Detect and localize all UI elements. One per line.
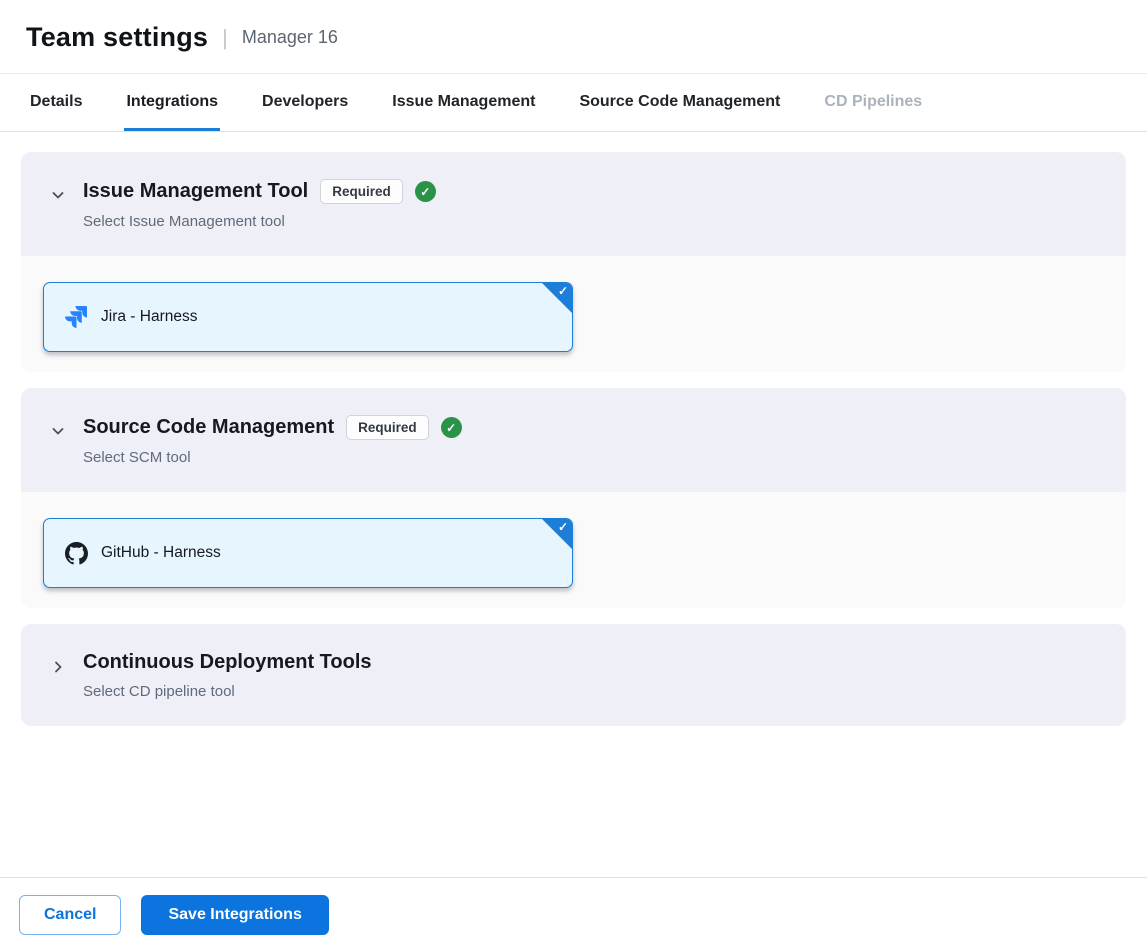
section-subtitle: Select SCM tool bbox=[83, 449, 462, 466]
tab-developers[interactable]: Developers bbox=[260, 74, 350, 131]
tab-source-code-management[interactable]: Source Code Management bbox=[577, 74, 782, 131]
section-subtitle: Select CD pipeline tool bbox=[83, 683, 372, 700]
section-source-code-management: Source Code Management Required ✓ Select… bbox=[21, 388, 1126, 608]
tab-bar: Details Integrations Developers Issue Ma… bbox=[0, 73, 1147, 132]
section-continuous-deployment-tools: Continuous Deployment Tools Select CD pi… bbox=[21, 624, 1126, 726]
required-badge: Required bbox=[346, 415, 429, 440]
jira-icon bbox=[64, 305, 88, 329]
collapse-section-button[interactable] bbox=[47, 184, 69, 206]
footer-action-bar: Cancel Save Integrations bbox=[0, 877, 1147, 952]
selected-check-icon: ✓ bbox=[558, 520, 568, 534]
check-circle-icon: ✓ bbox=[415, 181, 436, 202]
required-badge: Required bbox=[320, 179, 403, 204]
integrations-content: Issue Management Tool Required ✓ Select … bbox=[0, 132, 1147, 877]
option-label: Jira - Harness bbox=[101, 308, 197, 326]
section-title: Continuous Deployment Tools bbox=[83, 651, 372, 674]
section-title: Issue Management Tool bbox=[83, 180, 308, 203]
chevron-right-icon bbox=[50, 659, 66, 675]
section-header: Continuous Deployment Tools Select CD pi… bbox=[21, 624, 1126, 726]
tab-details[interactable]: Details bbox=[28, 74, 84, 131]
chevron-down-icon bbox=[50, 423, 66, 439]
page-title: Team settings bbox=[26, 22, 208, 53]
option-label: GitHub - Harness bbox=[101, 544, 221, 562]
collapse-section-button[interactable] bbox=[47, 420, 69, 442]
option-jira-harness[interactable]: Jira - Harness ✓ bbox=[43, 282, 573, 352]
page-header: Team settings | Manager 16 bbox=[0, 0, 1147, 73]
option-github-harness[interactable]: GitHub - Harness ✓ bbox=[43, 518, 573, 588]
section-header: Issue Management Tool Required ✓ Select … bbox=[21, 152, 1126, 256]
title-separator: | bbox=[222, 25, 228, 51]
section-subtitle: Select Issue Management tool bbox=[83, 213, 436, 230]
section-title: Source Code Management bbox=[83, 416, 334, 439]
cancel-button[interactable]: Cancel bbox=[19, 895, 121, 935]
tab-integrations[interactable]: Integrations bbox=[124, 74, 220, 131]
save-integrations-button[interactable]: Save Integrations bbox=[141, 895, 328, 935]
section-issue-management-tool: Issue Management Tool Required ✓ Select … bbox=[21, 152, 1126, 372]
section-header: Source Code Management Required ✓ Select… bbox=[21, 388, 1126, 492]
tab-issue-management[interactable]: Issue Management bbox=[390, 74, 537, 131]
expand-section-button[interactable] bbox=[47, 656, 69, 678]
selected-check-icon: ✓ bbox=[558, 284, 568, 298]
section-body: GitHub - Harness ✓ bbox=[21, 492, 1126, 608]
check-circle-icon: ✓ bbox=[441, 417, 462, 438]
page-subtitle: Manager 16 bbox=[242, 27, 338, 48]
github-icon bbox=[64, 541, 88, 565]
section-body: Jira - Harness ✓ bbox=[21, 256, 1126, 372]
tab-cd-pipelines: CD Pipelines bbox=[822, 74, 924, 131]
chevron-down-icon bbox=[50, 187, 66, 203]
